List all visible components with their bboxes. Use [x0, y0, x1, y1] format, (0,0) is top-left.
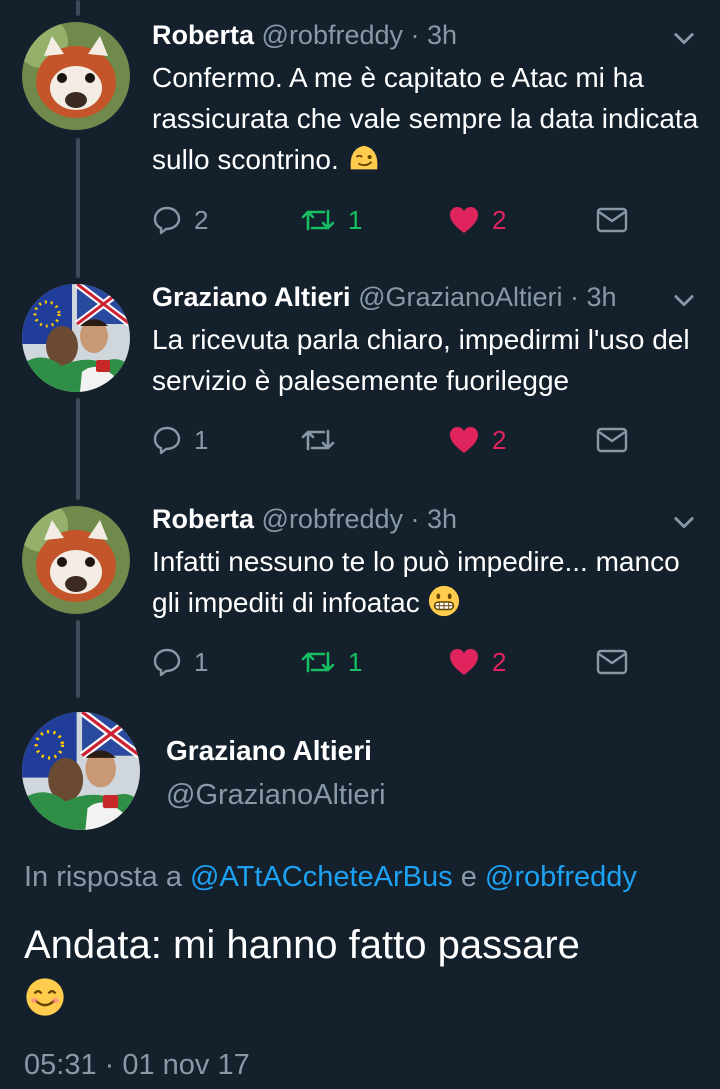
user-name[interactable]: Graziano Altieri	[152, 282, 351, 312]
retweet-button[interactable]: 1	[300, 200, 362, 240]
avatar-red-panda[interactable]	[22, 506, 130, 614]
envelope-icon	[596, 649, 628, 675]
avatar-couple-photo[interactable]	[22, 284, 130, 392]
user-handle-time[interactable]: @robfreddy · 3h	[262, 20, 458, 50]
smile-emoji-icon	[26, 978, 64, 1016]
like-button[interactable]: 2	[448, 642, 506, 682]
reply-context: In risposta a @ATtACcheteArBus e @robfre…	[24, 858, 637, 896]
reply-joiner: e	[460, 861, 477, 893]
direct-message-button[interactable]	[596, 642, 628, 682]
main-user-name[interactable]: Graziano Altieri	[166, 733, 372, 769]
reply-button[interactable]: 2	[152, 200, 208, 240]
thread-line	[76, 0, 80, 16]
user-handle-time[interactable]: @GrazianoAltieri · 3h	[358, 282, 617, 312]
direct-message-button[interactable]	[596, 200, 628, 240]
reply-icon	[153, 648, 181, 677]
reply-icon	[153, 206, 181, 235]
mention-link[interactable]: @ATtACcheteArBus	[190, 861, 453, 893]
reply-button[interactable]: 1	[152, 642, 208, 682]
retweet-button[interactable]: 1	[300, 642, 362, 682]
like-button[interactable]: 2	[448, 200, 506, 240]
retweet-count: 1	[348, 204, 363, 235]
chevron-down-icon[interactable]	[670, 508, 698, 536]
direct-message-button[interactable]	[596, 420, 628, 460]
reply-button[interactable]: 1	[152, 420, 208, 460]
tweet-actions: 2 1 2	[152, 200, 652, 240]
tweet-timestamp: 05:31 · 01 nov 17	[24, 1049, 250, 1081]
tweet-text-content: Infatti nessuno te lo può impedire... ma…	[152, 546, 680, 618]
avatar-red-panda[interactable]	[22, 22, 130, 130]
reply-count: 2	[194, 204, 209, 235]
heart-icon	[450, 649, 478, 675]
tweet-header: Graziano Altieri @GrazianoAltieri · 3h	[152, 280, 617, 314]
tweet-text-content: Confermo. A me è capitato e Atac mi ha r…	[152, 62, 699, 175]
tweet-actions: 1 2	[152, 420, 652, 460]
tweet-text: Infatti nessuno te lo può impedire... ma…	[152, 541, 702, 623]
retweet-icon	[301, 651, 335, 673]
chevron-down-icon[interactable]	[670, 24, 698, 52]
reply-count: 1	[194, 646, 209, 677]
mention-link[interactable]: @robfreddy	[485, 861, 637, 893]
main-user-handle[interactable]: @GrazianoAltieri	[166, 776, 386, 814]
like-count: 2	[492, 646, 507, 677]
tweet-actions: 1 1 2	[152, 642, 652, 682]
tweet-header: Roberta @robfreddy · 3h	[152, 18, 457, 52]
user-name[interactable]: Roberta	[152, 20, 254, 50]
envelope-icon	[596, 207, 628, 233]
user-name[interactable]: Roberta	[152, 504, 254, 534]
avatar-couple-photo[interactable]	[22, 712, 140, 830]
retweet-icon	[301, 429, 335, 451]
main-tweet-text-content: Andata: mi hanno fatto passare	[24, 923, 580, 967]
chevron-down-icon[interactable]	[670, 286, 698, 314]
tweet[interactable]: Graziano Altieri @GrazianoAltieri · 3h L…	[0, 280, 720, 480]
retweet-count: 1	[348, 646, 363, 677]
reply-icon	[153, 426, 181, 455]
like-button[interactable]: 2	[448, 420, 506, 460]
tweet-header: Roberta @robfreddy · 3h	[152, 502, 457, 536]
tweet[interactable]: Roberta @robfreddy · 3h Infatti nessuno …	[0, 502, 720, 702]
tweet[interactable]: Roberta @robfreddy · 3h Confermo. A me è…	[0, 18, 720, 248]
tweet-text: Confermo. A me è capitato e Atac mi ha r…	[152, 57, 702, 180]
envelope-icon	[596, 427, 628, 453]
like-count: 2	[492, 204, 507, 235]
heart-icon	[450, 427, 478, 453]
main-tweet-text: Andata: mi hanno fatto passare	[24, 918, 714, 1026]
heart-icon	[450, 207, 478, 233]
tweet-text: La ricevuta parla chiaro, impedirmi l'us…	[152, 319, 702, 401]
retweet-button[interactable]	[300, 420, 348, 460]
grin-emoji-icon	[429, 585, 460, 617]
like-count: 2	[492, 424, 507, 455]
tweet-text-content: La ricevuta parla chiaro, impedirmi l'us…	[152, 324, 690, 396]
reply-count: 1	[194, 424, 209, 455]
user-handle-time[interactable]: @robfreddy · 3h	[262, 504, 458, 534]
retweet-icon	[301, 209, 335, 231]
reply-prefix: In risposta a	[24, 861, 182, 893]
wink-emoji-icon	[350, 145, 377, 170]
